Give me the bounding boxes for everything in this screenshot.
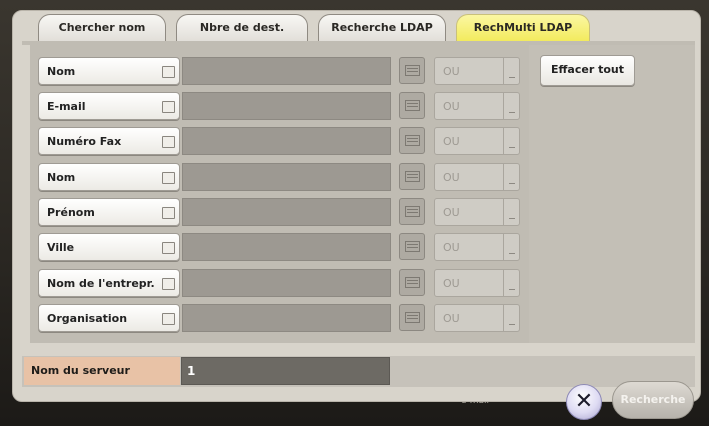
checkbox-icon [162,136,175,148]
chevron-down-icon [503,234,519,260]
search-button[interactable]: Recherche [612,381,694,419]
field-toggle-ville[interactable]: Ville [38,233,180,261]
operator-select[interactable]: OU [434,233,520,261]
keyboard-icon [405,277,420,288]
keyboard-button[interactable] [399,92,425,119]
keyboard-button[interactable] [399,57,425,84]
operator-select[interactable]: OU [434,304,520,332]
field-toggle-entreprise[interactable]: Nom de l'entrepr. [38,269,180,297]
server-name-label: Nom du serveur [24,357,180,385]
search-input-fax[interactable] [182,127,391,155]
checkbox-icon [162,172,175,184]
close-icon: ✕ [574,389,594,414]
chevron-down-icon [503,199,519,225]
operator-select[interactable]: OU [434,163,520,191]
keyboard-icon [405,206,420,217]
clear-all-button[interactable]: Effacer tout [540,55,635,86]
operator-value: OU [443,135,460,148]
tab-recherche-ldap[interactable]: Recherche LDAP [318,14,446,42]
field-label: Prénom [47,206,95,219]
keyboard-icon [405,100,420,111]
checkbox-icon [162,242,175,254]
field-label: Numéro Fax [47,135,122,148]
field-toggle-prenom[interactable]: Prénom [38,198,180,226]
keyboard-icon [405,241,420,252]
server-name-input[interactable]: 1 [181,357,390,385]
operator-value: OU [443,65,460,78]
operator-select[interactable]: OU [434,57,520,85]
field-toggle-organisation[interactable]: Organisation [38,304,180,332]
keyboard-icon [405,65,420,76]
search-input-email[interactable] [182,92,391,120]
tab-rechmulti-ldap[interactable]: RechMulti LDAP [456,14,590,42]
keyboard-button[interactable] [399,198,425,225]
chevron-down-icon [503,93,519,119]
operator-value: OU [443,277,460,290]
search-input-organisation[interactable] [182,304,391,332]
close-button[interactable]: ✕ [566,384,602,420]
operator-select[interactable]: OU [434,92,520,120]
checkbox-icon [162,66,175,78]
field-toggle-nom[interactable]: Nom [38,57,180,85]
checkbox-icon [162,278,175,290]
field-label: Nom [47,171,76,184]
search-input-prenom[interactable] [182,198,391,226]
tab-chercher-nom[interactable]: Chercher nom [38,14,166,42]
search-input-nom[interactable] [182,57,391,85]
keyboard-icon [405,171,420,182]
search-form-area [30,45,529,343]
checkbox-icon [162,101,175,113]
search-input-ville[interactable] [182,233,391,261]
chevron-down-icon [503,164,519,190]
search-input-nom-2[interactable] [182,163,391,191]
operator-value: OU [443,100,460,113]
tab-nbre-de-dest[interactable]: Nbre de dest. [176,14,308,42]
field-label: Organisation [47,312,128,325]
keyboard-icon [405,135,420,146]
chevron-down-icon [503,58,519,84]
operator-select[interactable]: OU [434,269,520,297]
field-label: Ville [47,241,75,254]
checkbox-icon [162,207,175,219]
search-input-entreprise[interactable] [182,269,391,297]
field-toggle-fax[interactable]: Numéro Fax [38,127,180,155]
keyboard-button[interactable] [399,163,425,190]
field-label: Nom de l'entrepr. [47,277,155,290]
operator-select[interactable]: OU [434,127,520,155]
checkbox-icon [162,313,175,325]
keyboard-button[interactable] [399,269,425,296]
operator-value: OU [443,171,460,184]
chevron-down-icon [503,270,519,296]
operator-value: OU [443,241,460,254]
field-toggle-email[interactable]: E-mail [38,92,180,120]
field-label: Nom [47,65,76,78]
field-toggle-nom-2[interactable]: Nom [38,163,180,191]
operator-select[interactable]: OU [434,198,520,226]
chevron-down-icon [503,305,519,331]
operator-value: OU [443,206,460,219]
chevron-down-icon [503,128,519,154]
keyboard-button[interactable] [399,127,425,154]
field-label: E-mail [47,100,86,113]
operator-value: OU [443,312,460,325]
side-action-area [529,45,695,343]
keyboard-button[interactable] [399,304,425,331]
keyboard-icon [405,312,420,323]
keyboard-button[interactable] [399,233,425,260]
